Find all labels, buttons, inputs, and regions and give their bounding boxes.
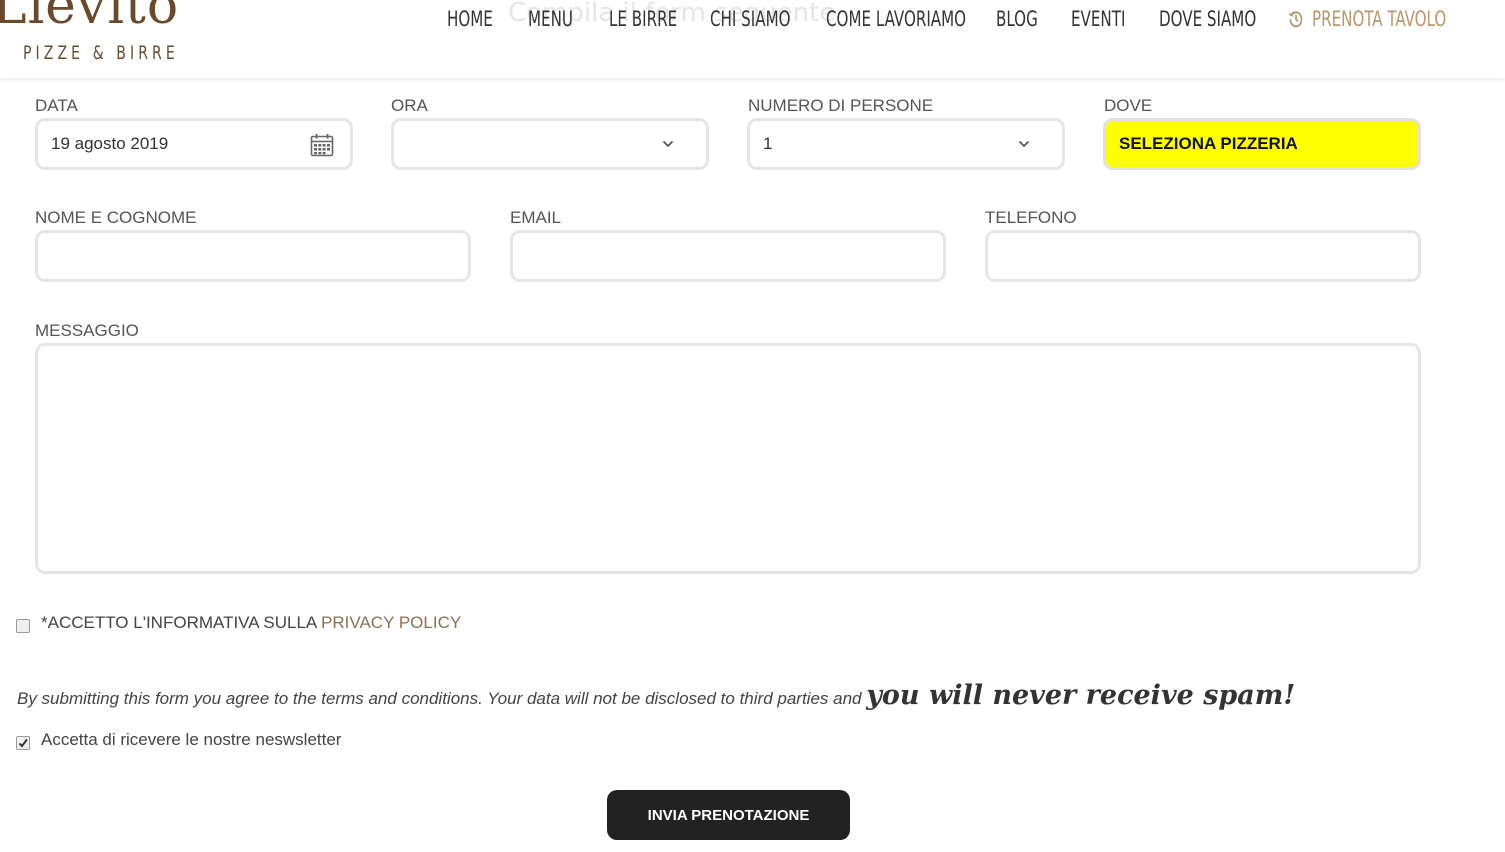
logo[interactable]: Lievito [0, 0, 179, 32]
calendar-icon[interactable] [310, 133, 334, 157]
email-label: EMAIL [510, 208, 562, 227]
terms-notice: By submitting this form you agree to the… [17, 680, 1295, 711]
nav-eventi[interactable]: EVENTI [1071, 7, 1125, 31]
privacy-checkbox[interactable] [16, 619, 30, 633]
messaggio-label: MESSAGGIO [35, 321, 139, 340]
data-label: DATA [35, 96, 78, 115]
email-input[interactable] [510, 230, 946, 282]
pizzeria-select[interactable]: SELEZIONA PIZZERIA [1103, 118, 1421, 170]
nav-dove-siamo[interactable]: DOVE SIAMO [1159, 7, 1256, 31]
ora-select[interactable] [391, 118, 709, 170]
logo-tagline: PIZZE & BIRRE [23, 42, 179, 64]
history-icon [1288, 11, 1303, 28]
no-spam-text: you will never receive spam! [866, 680, 1296, 711]
persone-select[interactable]: 1 [747, 118, 1065, 170]
nav-chi-siamo[interactable]: CHI SIAMO [710, 7, 791, 31]
telefono-label: TELEFONO [985, 208, 1077, 227]
site-header: Lievito PIZZE & BIRRE Compila il form se… [0, 0, 1505, 78]
telefono-input[interactable] [985, 230, 1421, 282]
date-value: 19 agosto 2019 [51, 134, 169, 153]
messaggio-textarea[interactable] [35, 343, 1421, 574]
nav-blog[interactable]: BLOG [996, 7, 1038, 31]
newsletter-checkbox[interactable] [16, 736, 30, 750]
nav-menu[interactable]: MENU [528, 7, 573, 31]
persone-label: NUMERO DI PERSONE [748, 96, 934, 115]
privacy-policy-link[interactable]: PRIVACY POLICY [321, 613, 461, 632]
dove-label: DOVE [1104, 96, 1153, 115]
date-field[interactable]: 19 agosto 2019 [35, 118, 353, 170]
ora-label: ORA [391, 96, 428, 115]
chevron-down-icon [662, 140, 674, 148]
nome-label: NOME E COGNOME [35, 208, 197, 227]
nav-le-birre[interactable]: LE BIRRE [609, 7, 677, 31]
persone-value: 1 [763, 134, 773, 153]
nav-prenota-tavolo[interactable]: PRENOTA TAVOLO [1288, 7, 1446, 31]
terms-text: By submitting this form you agree to the… [17, 689, 862, 708]
nav-come-lavoriamo[interactable]: COME LAVORIAMO [826, 7, 966, 31]
pizzeria-value: SELEZIONA PIZZERIA [1119, 134, 1298, 153]
chevron-down-icon [1018, 140, 1030, 148]
newsletter-label: Accetta di ricevere le nostre neswslette… [41, 730, 342, 749]
nav-prenota-label: PRENOTA TAVOLO [1312, 7, 1447, 31]
submit-button[interactable]: INVIA PRENOTAZIONE [607, 790, 850, 840]
privacy-label: *ACCETTO L'INFORMATIVA SULLA [41, 613, 317, 632]
checkmark-icon [18, 738, 28, 748]
nome-input[interactable] [35, 230, 471, 282]
privacy-consent: *ACCETTO L'INFORMATIVA SULLA PRIVACY POL… [41, 613, 461, 633]
nav-home[interactable]: HOME [447, 7, 493, 31]
